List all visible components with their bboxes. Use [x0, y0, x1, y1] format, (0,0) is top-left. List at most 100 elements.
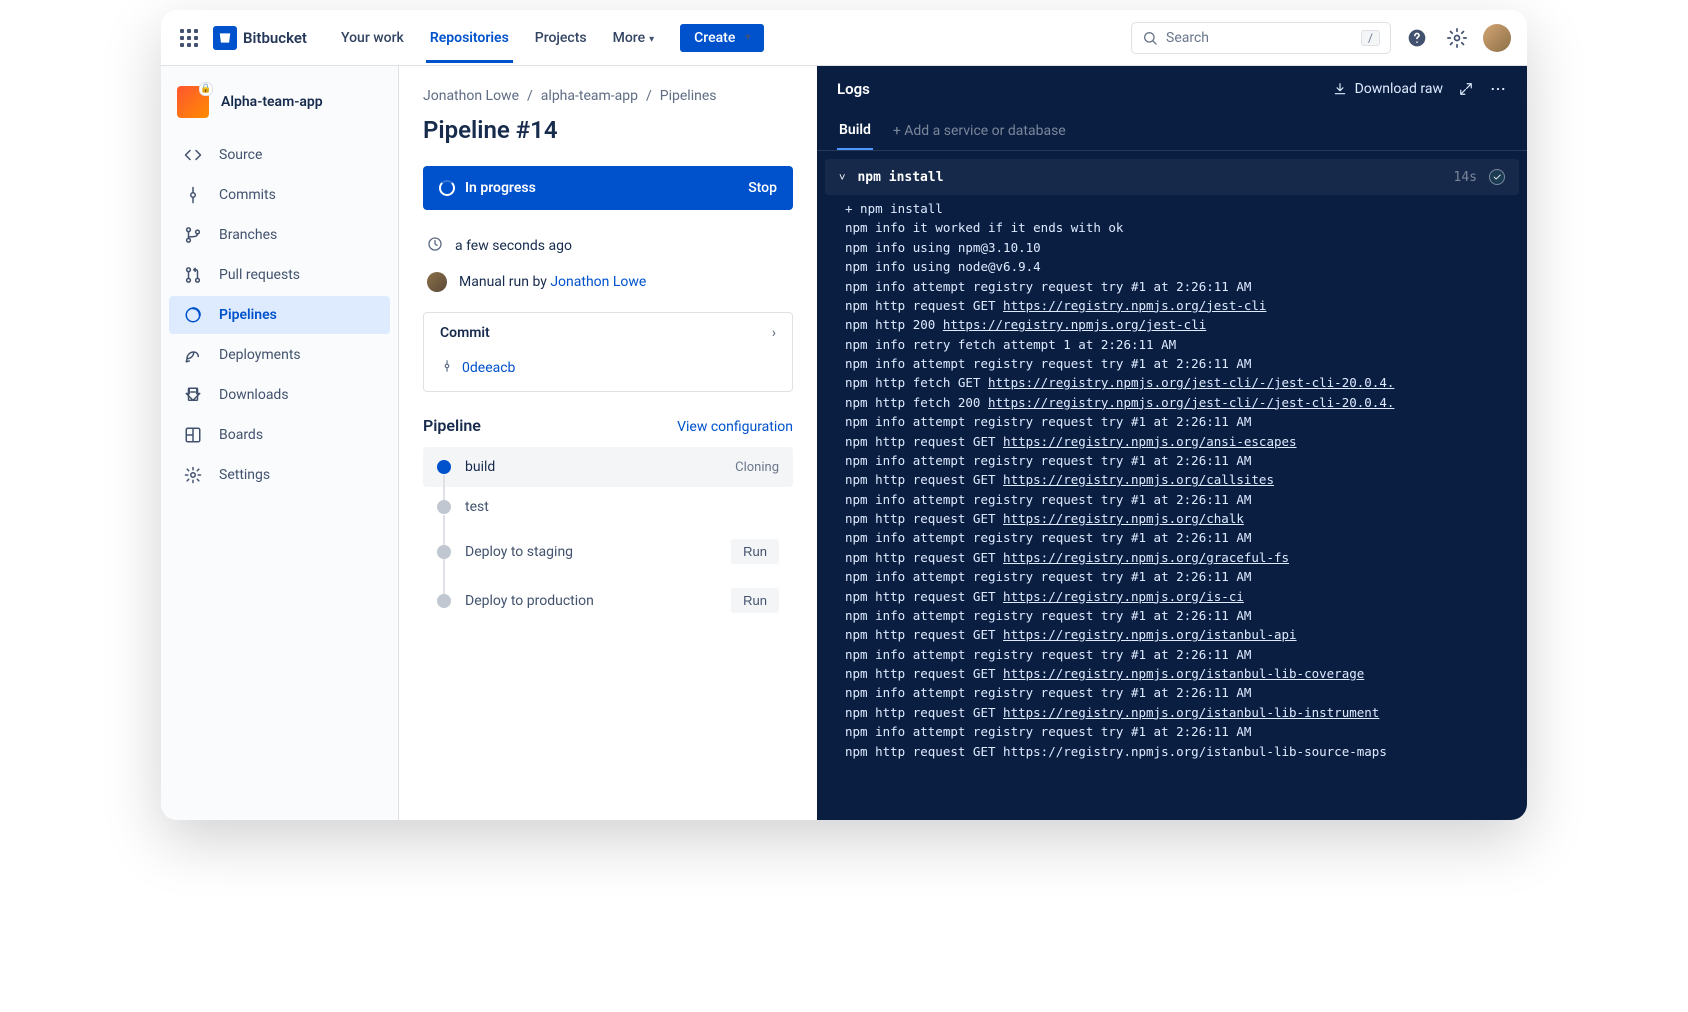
check-icon: [1489, 169, 1505, 185]
branch-icon: [183, 226, 203, 244]
step-label: build: [465, 459, 495, 475]
log-url-link[interactable]: https://registry.npmjs.org/jest-cli: [1003, 298, 1266, 313]
step-dot-icon: [437, 594, 451, 608]
search-placeholder: Search: [1166, 30, 1209, 46]
log-line: npm info attempt registry request try #1…: [845, 528, 1527, 547]
pipeline-step[interactable]: build Cloning: [423, 447, 793, 487]
log-url-link[interactable]: https://registry.npmjs.org/jest-cli/-/je…: [988, 375, 1394, 390]
sidebar-item-boards[interactable]: Boards: [169, 416, 390, 454]
sidebar-item-label: Downloads: [219, 387, 289, 403]
stop-button[interactable]: Stop: [748, 180, 777, 196]
commit-hash-link[interactable]: 0deeacb: [462, 360, 515, 376]
breadcrumb-separator: /: [527, 88, 533, 104]
more-button[interactable]: [1489, 80, 1507, 98]
log-command-row[interactable]: ˅ npm install 14s: [825, 159, 1519, 195]
log-url-link[interactable]: https://registry.npmjs.org/istanbul-lib-…: [1003, 705, 1379, 720]
sidebar-item-pipelines[interactable]: Pipelines: [169, 296, 390, 334]
brand[interactable]: Bitbucket: [213, 26, 307, 50]
step-status: Cloning: [735, 460, 779, 475]
log-url-link[interactable]: https://registry.npmjs.org/ansi-escapes: [1003, 434, 1297, 449]
user-avatar[interactable]: [1483, 24, 1511, 52]
log-line: npm http request GET https://registry.np…: [845, 548, 1527, 567]
chevron-down-icon: ˅: [839, 171, 845, 184]
log-url-link[interactable]: https://registry.npmjs.org/jest-cli/-/je…: [988, 395, 1394, 410]
create-button[interactable]: Create ▾: [680, 24, 764, 52]
add-service-button[interactable]: + Add a service or database: [893, 123, 1066, 139]
log-line: npm info attempt registry request try #1…: [845, 722, 1527, 741]
sidebar-item-pull-requests[interactable]: Pull requests: [169, 256, 390, 294]
app-switcher-icon[interactable]: [177, 26, 201, 50]
project-name: Alpha-team-app: [221, 94, 323, 110]
breadcrumb-item[interactable]: Pipelines: [660, 88, 717, 104]
view-config-link[interactable]: View configuration: [677, 419, 793, 435]
top-nav: Bitbucket Your workRepositoriesProjectsM…: [161, 10, 1527, 66]
run-button[interactable]: Run: [731, 539, 779, 564]
brand-text: Bitbucket: [243, 29, 307, 47]
nav-projects[interactable]: Projects: [523, 14, 599, 62]
log-line: npm info attempt registry request try #1…: [845, 412, 1527, 431]
pipeline-step[interactable]: Deploy to productionRun: [423, 576, 793, 625]
commit-icon: [440, 359, 454, 377]
breadcrumb-item[interactable]: alpha-team-app: [541, 88, 638, 104]
log-url-link[interactable]: https://registry.npmjs.org/is-ci: [1003, 589, 1244, 604]
log-url-link[interactable]: https://registry.npmjs.org/istanbul-api: [1003, 627, 1297, 642]
log-line: npm http request GET https://registry.np…: [845, 703, 1527, 722]
log-line: npm info attempt registry request try #1…: [845, 683, 1527, 702]
help-icon: [1407, 28, 1427, 48]
main-content: Jonathon Lowe / alpha-team-app / Pipelines P…: [399, 66, 817, 820]
sidebar-item-downloads[interactable]: Downloads: [169, 376, 390, 414]
pr-icon: [183, 266, 203, 284]
search-input[interactable]: Search /: [1131, 22, 1391, 54]
nav-your-work[interactable]: Your work: [329, 14, 416, 62]
expand-button[interactable]: [1459, 82, 1473, 96]
gear-icon: [1447, 28, 1467, 48]
sidebar-item-branches[interactable]: Branches: [169, 216, 390, 254]
more-icon: [1489, 80, 1507, 98]
log-line: npm http request GET https://registry.np…: [845, 587, 1527, 606]
log-url-link[interactable]: https://registry.npmjs.org/callsites: [1003, 472, 1274, 487]
log-url-link[interactable]: https://registry.npmjs.org/chalk: [1003, 511, 1244, 526]
step-connector: [443, 515, 445, 547]
sidebar-item-deployments[interactable]: Deployments: [169, 336, 390, 374]
log-line: npm http request GET https://registry.np…: [845, 509, 1527, 528]
status-label: In progress: [465, 180, 536, 196]
log-line: npm info attempt registry request try #1…: [845, 645, 1527, 664]
sidebar-item-label: Pipelines: [219, 307, 277, 323]
log-url-link[interactable]: https://registry.npmjs.org/istanbul-lib-…: [1003, 666, 1364, 681]
pipeline-step[interactable]: test: [423, 487, 793, 527]
log-line: npm info it worked if it ends with ok: [845, 218, 1527, 237]
log-line: + npm install: [845, 199, 1527, 218]
sidebar-item-commits[interactable]: Commits: [169, 176, 390, 214]
breadcrumb-item[interactable]: Jonathon Lowe: [423, 88, 519, 104]
project-header[interactable]: Alpha-team-app: [169, 86, 390, 136]
nav-repositories[interactable]: Repositories: [418, 14, 521, 62]
deploy-icon: [183, 346, 203, 364]
tab-build[interactable]: Build: [837, 112, 873, 150]
sidebar-item-settings[interactable]: Settings: [169, 456, 390, 494]
help-button[interactable]: [1403, 24, 1431, 52]
pipeline-section-title: Pipeline: [423, 416, 481, 435]
page-title: Pipeline #14: [423, 116, 793, 144]
log-line: npm info attempt registry request try #1…: [845, 490, 1527, 509]
sidebar-item-source[interactable]: Source: [169, 136, 390, 174]
runner-link[interactable]: Jonathon Lowe: [550, 274, 646, 290]
commit-icon: [183, 186, 203, 204]
sidebar-item-label: Boards: [219, 427, 263, 443]
log-url-link[interactable]: https://registry.npmjs.org/graceful-fs: [1003, 550, 1289, 565]
log-line: npm info attempt registry request try #1…: [845, 606, 1527, 625]
pipeline-step[interactable]: Deploy to stagingRun: [423, 527, 793, 576]
breadcrumb-separator: /: [646, 88, 652, 104]
sidebar-item-label: Deployments: [219, 347, 301, 363]
settings-button[interactable]: [1443, 24, 1471, 52]
download-icon: [1333, 82, 1347, 96]
log-line: npm info attempt registry request try #1…: [845, 451, 1527, 470]
run-button[interactable]: Run: [731, 588, 779, 613]
chevron-down-icon: ▾: [649, 34, 654, 45]
chevron-right-icon: ›: [772, 325, 776, 341]
commit-header[interactable]: Commit ›: [424, 313, 792, 353]
log-line: npm http fetch GET https://registry.npmj…: [845, 373, 1527, 392]
download-raw-button[interactable]: Download raw: [1333, 81, 1443, 97]
nav-more[interactable]: More▾: [601, 14, 667, 62]
download-icon: [183, 386, 203, 404]
log-url-link[interactable]: https://registry.npmjs.org/jest-cli: [943, 317, 1206, 332]
